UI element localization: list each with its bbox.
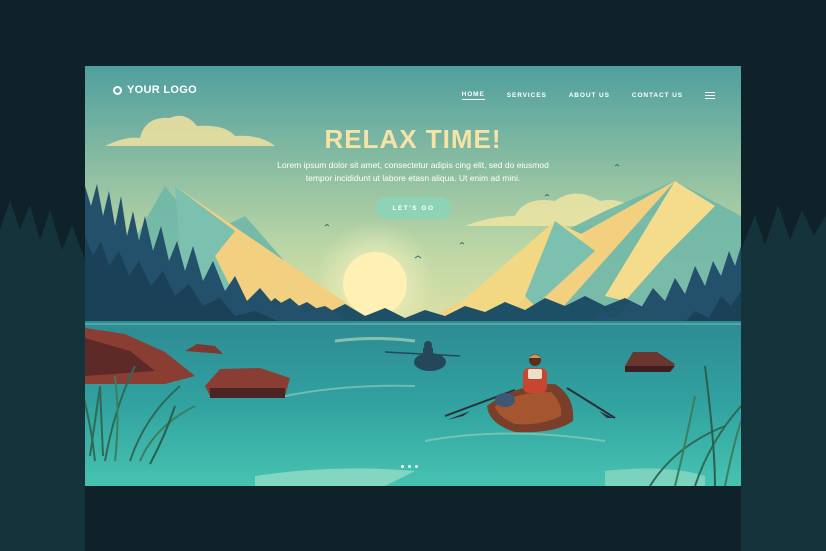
lets-go-button[interactable]: LET'S GO <box>376 197 451 219</box>
hero-description: Lorem ipsum dolor sit amet, consectetur … <box>263 159 563 185</box>
carousel-dot-1[interactable] <box>401 465 404 468</box>
nav-services[interactable]: SERVICES <box>507 92 547 99</box>
carousel-dot-3[interactable] <box>415 465 418 468</box>
nav-contact-us[interactable]: CONTACT US <box>632 92 683 99</box>
carousel-dots <box>401 465 418 468</box>
nav-home[interactable]: HOME <box>461 91 485 100</box>
carousel-dot-2[interactable] <box>408 465 411 468</box>
nav-about-us[interactable]: ABOUT US <box>569 92 610 99</box>
hamburger-menu-icon[interactable] <box>705 91 715 100</box>
hero-title: RELAX TIME! <box>324 124 502 154</box>
hero-description-line-2: tempor incididunt ut labore etasn aliqua… <box>305 173 521 183</box>
ring-icon <box>113 85 122 95</box>
logo-text: YOUR LOGO <box>127 84 197 96</box>
main-nav: HOME SERVICES ABOUT US CONTACT US <box>461 91 715 100</box>
site-logo[interactable]: YOUR LOGO <box>113 84 197 96</box>
hero-description-line-1: Lorem ipsum dolor sit amet, consectetur … <box>277 160 549 170</box>
landing-page: YOUR LOGO HOME SERVICES ABOUT US CONTACT… <box>85 66 741 486</box>
